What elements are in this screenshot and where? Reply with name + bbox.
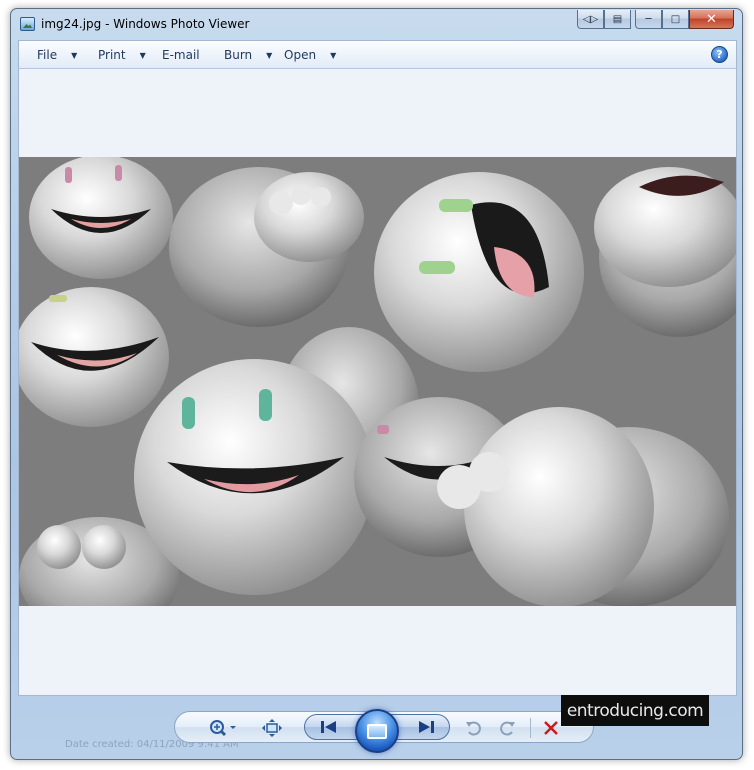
maximize-icon: □ xyxy=(670,13,681,25)
minimize-button[interactable]: ─ xyxy=(635,10,662,29)
rotate-clockwise-button[interactable] xyxy=(496,717,518,739)
maximize-button[interactable]: □ xyxy=(662,10,689,29)
photo-viewer-window: img24.jpg - Windows Photo Viewer ◁▷ ▤ ─ … xyxy=(10,8,743,760)
zoom-button[interactable] xyxy=(206,717,242,739)
previous-icon xyxy=(321,721,336,733)
menu-bar: File ▼ Print ▼ E-mail Burn ▼ Open ▼ ? xyxy=(18,40,737,69)
window-icon: ▤ xyxy=(612,13,623,25)
close-button[interactable]: ✕ xyxy=(689,10,734,29)
slideshow-icon xyxy=(367,723,387,739)
menu-burn[interactable]: Burn ▼ xyxy=(224,48,272,62)
rotate-clockwise-icon xyxy=(500,721,515,736)
help-icon[interactable]: ? xyxy=(711,46,728,63)
image-viewport xyxy=(18,69,737,696)
dropdown-arrow-icon: ▼ xyxy=(139,50,146,60)
photo-artwork xyxy=(19,157,736,606)
app-icon[interactable] xyxy=(20,17,35,31)
window-title: img24.jpg - Windows Photo Viewer xyxy=(41,17,250,31)
menu-burn-label: Burn xyxy=(224,48,253,62)
menu-email[interactable]: E-mail xyxy=(162,48,200,62)
toolbar-separator xyxy=(530,718,531,738)
dropdown-arrow-icon: ▼ xyxy=(330,50,337,60)
photo xyxy=(19,157,736,606)
switch-icon: ◁▷ xyxy=(582,13,599,25)
rotate-counterclockwise-icon xyxy=(466,721,481,736)
zoom-icon xyxy=(210,720,236,737)
menu-open[interactable]: Open ▼ xyxy=(284,48,336,62)
slideshow-button[interactable] xyxy=(355,709,399,753)
menu-file[interactable]: File ▼ xyxy=(37,48,77,62)
minimize-icon: ─ xyxy=(645,13,652,25)
delete-button[interactable] xyxy=(540,717,562,739)
watermark: entroducing.com xyxy=(561,695,709,726)
next-button[interactable] xyxy=(413,718,439,736)
title-bar[interactable]: img24.jpg - Windows Photo Viewer ◁▷ ▤ ─ … xyxy=(11,9,742,39)
caption-buttons: ◁▷ ▤ ─ □ ✕ xyxy=(577,10,734,30)
actual-size-icon xyxy=(262,719,282,737)
delete-icon xyxy=(544,721,558,735)
dropdown-arrow-icon: ▼ xyxy=(71,50,78,60)
menu-email-label: E-mail xyxy=(162,48,200,62)
close-icon: ✕ xyxy=(706,11,717,27)
next-icon xyxy=(419,721,434,733)
menu-print-label: Print xyxy=(98,48,126,62)
menu-print[interactable]: Print ▼ xyxy=(98,48,146,62)
menu-file-label: File xyxy=(37,48,58,62)
actual-size-button[interactable] xyxy=(261,717,283,739)
dropdown-arrow-icon: ▼ xyxy=(266,50,273,60)
rotate-counterclockwise-button[interactable] xyxy=(463,717,485,739)
switch-window-button[interactable]: ◁▷ xyxy=(577,10,604,29)
previous-button[interactable] xyxy=(316,718,342,736)
restore-layout-button[interactable]: ▤ xyxy=(604,10,631,29)
menu-open-label: Open xyxy=(284,48,317,62)
